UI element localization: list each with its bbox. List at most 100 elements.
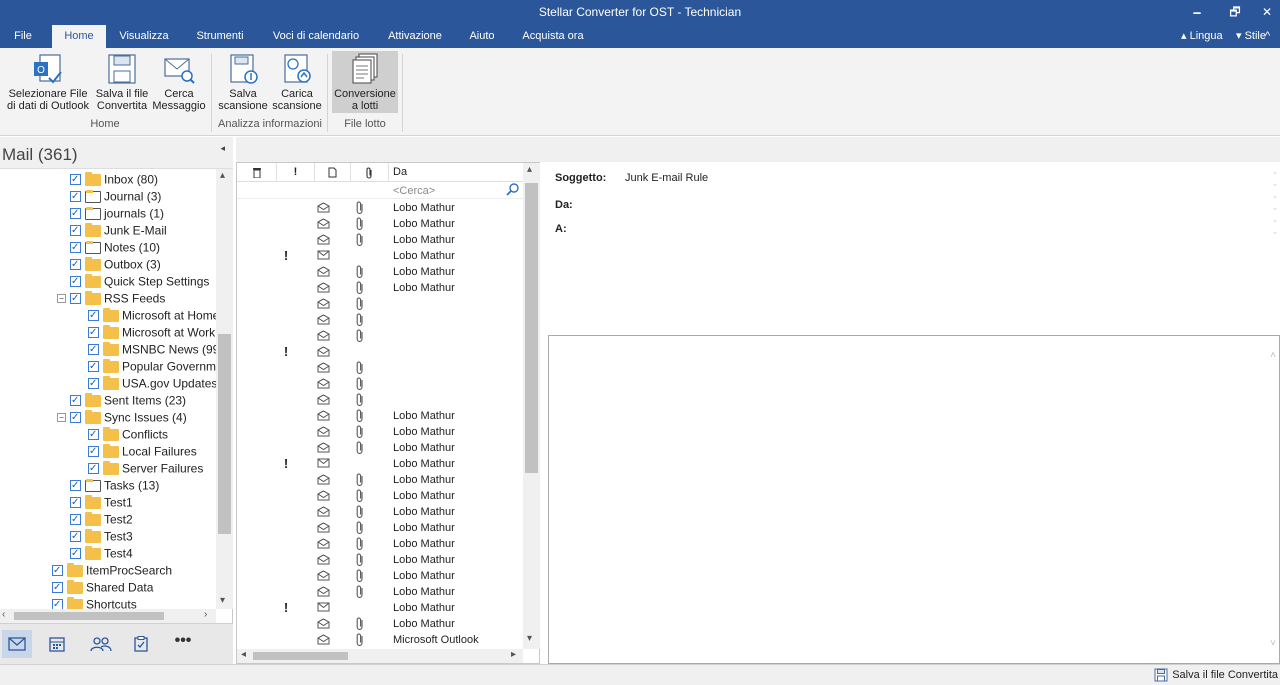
scrollbar-thumb[interactable] (525, 183, 538, 473)
message-row[interactable]: Lobo Mathur (237, 408, 523, 424)
checkbox[interactable] (70, 409, 81, 426)
checkbox[interactable] (70, 290, 81, 307)
scroll-up-icon[interactable]: ▴ (527, 164, 532, 175)
tree-item-notes[interactable]: Notes (10) (70, 239, 160, 256)
tree-item-test2[interactable]: Test2 (70, 511, 133, 528)
scrollbar-thumb[interactable] (14, 612, 164, 620)
tree-item-shared-data[interactable]: Shared Data (52, 579, 153, 596)
checkbox[interactable] (52, 562, 63, 579)
checkbox[interactable] (88, 460, 99, 477)
scrollbar-thumb[interactable] (253, 652, 348, 660)
message-body[interactable]: ˄ ˅ (548, 335, 1280, 664)
checkbox[interactable] (70, 239, 81, 256)
message-row[interactable]: Microsoft Outlook (237, 632, 523, 648)
more-options-icon[interactable]: ••• (168, 630, 198, 658)
checkbox[interactable] (88, 307, 99, 324)
maximize-button[interactable]: 🗗 (1223, 3, 1247, 21)
tree-item-journals[interactable]: journals (1) (70, 205, 164, 222)
message-row[interactable]: Lobo Mathur (237, 552, 523, 568)
select-outlook-file-button[interactable]: O Selezionare File di dati di Outlook (4, 52, 92, 112)
message-row[interactable]: Lobo Mathur (237, 488, 523, 504)
tree-item-itemprocsearch[interactable]: ItemProcSearch (52, 562, 172, 579)
message-row[interactable]: Lobo Mathur (237, 616, 523, 632)
message-row[interactable]: ! Lobo Mathur (237, 456, 523, 472)
checkbox[interactable] (70, 511, 81, 528)
load-scan-button[interactable]: Carica scansione (270, 52, 324, 112)
contacts-nav-button[interactable] (86, 630, 116, 658)
tab-strumenti[interactable]: Strumenti (188, 25, 252, 48)
calendar-nav-button[interactable] (42, 630, 72, 658)
message-row[interactable]: Lobo Mathur (237, 520, 523, 536)
checkbox[interactable] (70, 256, 81, 273)
checkbox[interactable] (70, 171, 81, 188)
tab-visualizza[interactable]: Visualizza (112, 25, 176, 48)
list-horizontal-scrollbar[interactable]: ◂ ▸ (237, 649, 523, 663)
status-save-button[interactable]: Salva il file Convertita (1154, 668, 1278, 682)
tree-item-test4[interactable]: Test4 (70, 545, 133, 562)
column-importance[interactable]: ! (277, 163, 315, 182)
checkbox[interactable] (70, 494, 81, 511)
language-menu[interactable]: ▴ Lingua (1181, 25, 1223, 48)
message-row[interactable]: Lobo Mathur (237, 504, 523, 520)
checkbox[interactable] (70, 273, 81, 290)
message-row[interactable]: ! (237, 344, 523, 360)
message-row[interactable]: Lobo Mathur (237, 280, 523, 296)
checkbox[interactable] (88, 443, 99, 460)
batch-conversion-button[interactable]: Conversione a lotti (332, 51, 398, 113)
close-button[interactable]: ✕ (1255, 3, 1279, 21)
column-from[interactable]: Da (389, 163, 523, 182)
scroll-left-icon[interactable]: ‹ (2, 609, 5, 620)
column-type[interactable] (315, 163, 351, 182)
message-row[interactable] (237, 296, 523, 312)
checkbox[interactable] (70, 528, 81, 545)
tree-item-tasks[interactable]: Tasks (13) (70, 477, 159, 494)
message-row[interactable]: Lobo Mathur (237, 472, 523, 488)
tree-item-msnbc[interactable]: MSNBC News (99) (88, 341, 216, 358)
checkbox[interactable] (70, 205, 81, 222)
tree-item-ms-work[interactable]: Microsoft at Work (88, 324, 215, 341)
checkbox[interactable] (70, 545, 81, 562)
scroll-down-icon[interactable]: ˅ (1270, 638, 1276, 649)
tab-acquista[interactable]: Acquista ora (514, 25, 592, 48)
message-row[interactable] (237, 376, 523, 392)
scroll-down-icon[interactable]: ▾ (527, 633, 532, 644)
scroll-right-icon[interactable]: › (204, 609, 207, 620)
tree-item-popular-gov[interactable]: Popular Government (88, 358, 216, 375)
mail-nav-button[interactable] (2, 630, 32, 658)
checkbox[interactable] (70, 188, 81, 205)
scroll-down-icon[interactable]: ▾ (220, 595, 225, 606)
scroll-up-icon[interactable]: ▴ (220, 170, 225, 181)
header-scroll-arrows[interactable]: ˆˇˆˇˆˇ (1270, 170, 1280, 250)
message-row[interactable] (237, 360, 523, 376)
tree-item-inbox[interactable]: Inbox (80) (70, 171, 158, 188)
message-row[interactable]: Lobo Mathur (237, 216, 523, 232)
message-row[interactable] (237, 328, 523, 344)
message-row[interactable]: Lobo Mathur (237, 200, 523, 216)
column-deleted[interactable] (237, 163, 277, 182)
scrollbar-thumb[interactable] (218, 334, 231, 534)
tree-item-server-failures[interactable]: Server Failures (88, 460, 203, 477)
tab-calendar-items[interactable]: Voci di calendario (264, 25, 368, 48)
message-row[interactable]: Lobo Mathur (237, 424, 523, 440)
checkbox[interactable] (70, 392, 81, 409)
tasks-nav-button[interactable] (126, 630, 156, 658)
message-row[interactable]: Lobo Mathur (237, 568, 523, 584)
checkbox[interactable] (88, 324, 99, 341)
checkbox[interactable] (88, 375, 99, 392)
tree-vertical-scrollbar[interactable]: ▴ ▾ (216, 169, 233, 609)
tree-item-outbox[interactable]: Outbox (3) (70, 256, 161, 273)
message-row[interactable]: Lobo Mathur (237, 440, 523, 456)
save-scan-button[interactable]: Salva scansione (216, 52, 270, 112)
checkbox[interactable] (88, 426, 99, 443)
checkbox[interactable] (70, 477, 81, 494)
checkbox[interactable] (88, 358, 99, 375)
message-row[interactable]: Lobo Mathur (237, 264, 523, 280)
scroll-right-icon[interactable]: ▸ (511, 649, 516, 660)
minimize-button[interactable]: 🗕 (1185, 3, 1209, 21)
tree-item-rss[interactable]: RSS Feeds (70, 290, 165, 307)
message-row[interactable]: Lobo Mathur (237, 232, 523, 248)
collapse-ribbon-icon[interactable]: ^ (1265, 25, 1270, 48)
checkbox[interactable] (88, 341, 99, 358)
tree-item-sync[interactable]: Sync Issues (4) (70, 409, 187, 426)
tree-item-quickstep[interactable]: Quick Step Settings (70, 273, 209, 290)
